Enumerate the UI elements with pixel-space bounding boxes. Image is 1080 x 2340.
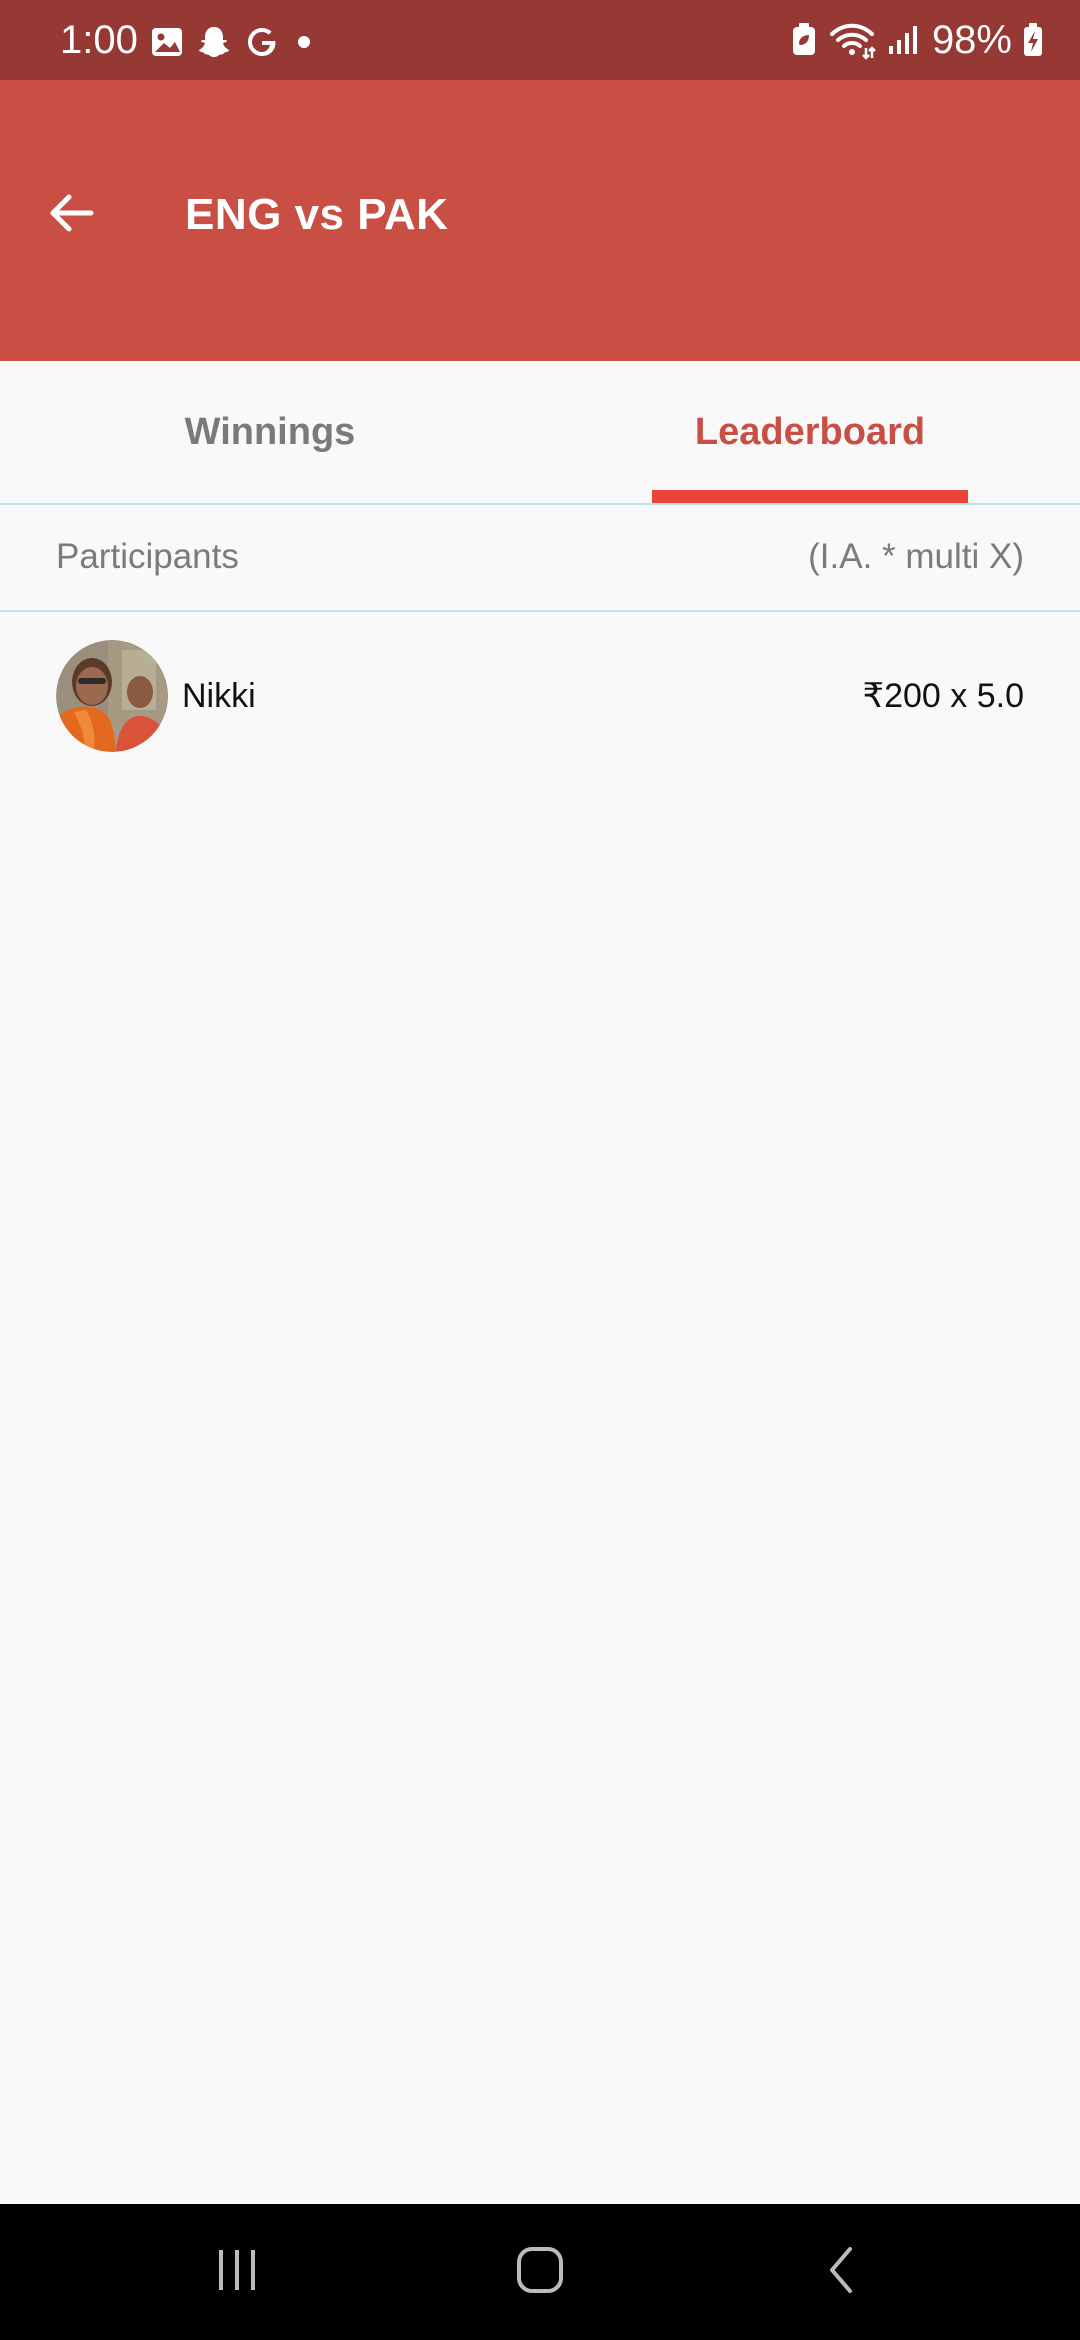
home-icon [515,2245,565,2300]
notification-icons [150,22,328,62]
tab-bar: Winnings Leaderboard [0,361,1080,504]
avatar [56,640,168,752]
leaderboard-header: Participants (I.A. * multi X) [0,505,1080,611]
signal-icon [886,22,922,58]
back-icon [818,2245,868,2300]
gallery-icon [150,25,184,59]
google-icon [244,24,280,60]
participants-label: Participants [56,537,239,576]
arrow-left-icon [45,187,97,244]
status-time: 1:00 [60,18,138,62]
back-button[interactable] [36,180,106,250]
tab-indicator [652,490,968,504]
participant-row[interactable]: Nikki ₹200 x 5.0 [0,620,1080,770]
page-title: ENG vs PAK [185,190,449,239]
divider [0,610,1080,612]
snapchat-icon [196,24,232,60]
system-icons: 98% [780,18,1044,62]
battery-icon [1022,22,1044,58]
tab-winnings[interactable]: Winnings [0,361,540,504]
recents-button[interactable] [177,2204,297,2340]
battery-saver-icon [790,22,818,58]
tab-leaderboard[interactable]: Leaderboard [540,361,1080,504]
recents-icon [212,2245,262,2300]
navigation-bar [0,2204,1080,2340]
system-back-button[interactable] [783,2204,903,2340]
app-bar: ENG vs PAK [0,80,1080,361]
participant-amount: ₹200 x 5.0 [862,677,1024,715]
battery-percentage: 98% [931,18,1012,62]
home-button[interactable] [480,2204,600,2340]
wifi-icon [828,20,876,60]
participant-name: Nikki [182,677,256,715]
formula-label: (I.A. * multi X) [808,537,1024,576]
dot-icon [292,24,316,60]
status-bar: 1:00 98% [0,0,1080,80]
